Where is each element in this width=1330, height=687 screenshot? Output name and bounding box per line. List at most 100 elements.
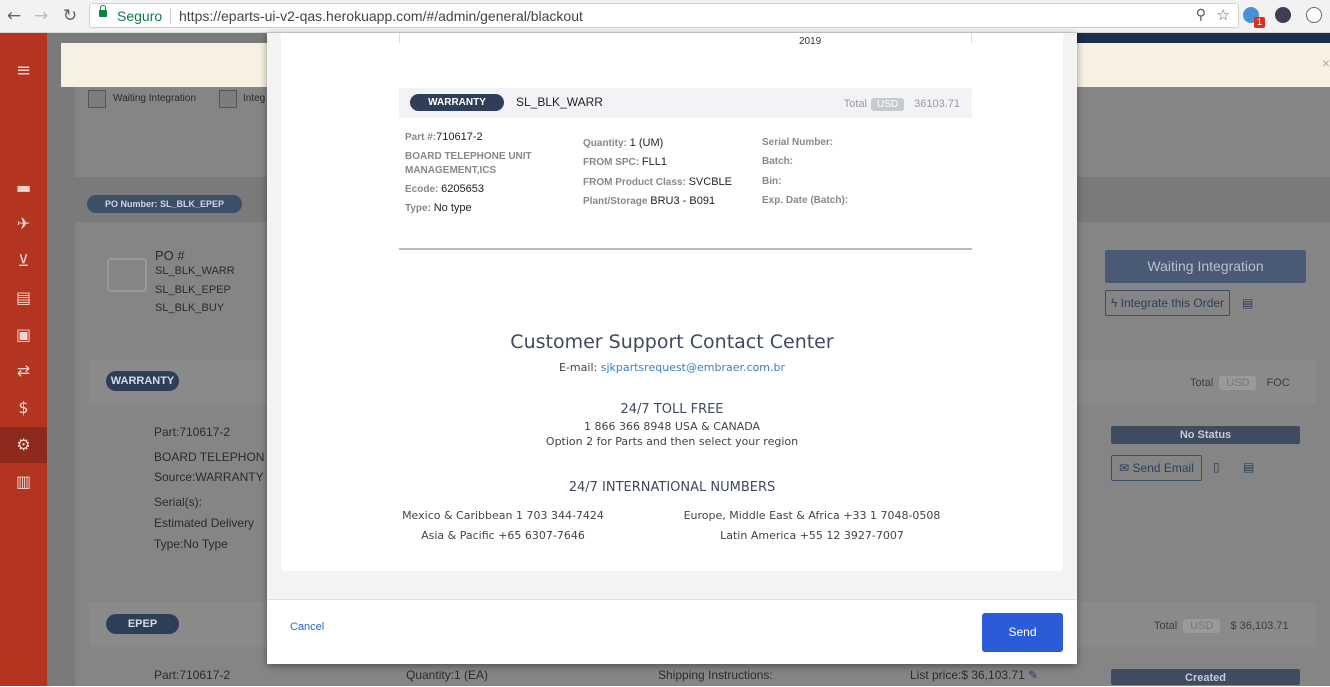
- settings-extension-icon[interactable]: [1306, 7, 1322, 23]
- send-email-label: Send Email: [1132, 461, 1194, 475]
- cart-icon[interactable]: ⊻: [0, 243, 47, 279]
- type-value: No Type: [183, 537, 228, 551]
- detail-batch: Batch:: [762, 156, 794, 167]
- exchange-icon[interactable]: ⇄: [0, 353, 47, 389]
- detail-ecode: Ecode: 6205653: [405, 183, 484, 195]
- type-value: No type: [433, 202, 472, 214]
- po-number-pill: PO Number: SL_BLK_EPEP: [87, 195, 242, 213]
- detail-description: BOARD TELEPHONE UNIT MANAGEMENT,ICS: [405, 151, 532, 176]
- po-label: PO #: [155, 248, 185, 263]
- type-label: Type:: [154, 537, 184, 551]
- profile-extension-icon[interactable]: [1275, 7, 1291, 23]
- send-email-button[interactable]: ✉ Send Email: [1111, 455, 1202, 481]
- bg-estimated-delivery: Estimated Delivery: [154, 516, 255, 530]
- email-preview: 2019 WARRANTY SL_BLK_WARR Total USD 36103.…: [281, 33, 1063, 571]
- lock-icon: [99, 5, 107, 17]
- po-number: SL_BLK_EPEP: [155, 284, 231, 296]
- menu-icon[interactable]: ≡: [0, 53, 47, 89]
- detail-exp-date: Exp. Date (Batch):: [762, 195, 849, 206]
- quantity-value: 1 (EA): [454, 668, 489, 682]
- from-class-value: SVCBLE: [688, 176, 732, 188]
- support-email: E-mail: sjkpartsrequest@embraer.com.br: [281, 361, 1063, 374]
- phone-latin-america: Latin America +55 12 3927-7007: [720, 529, 904, 542]
- from-spc-label: FROM SPC:: [583, 157, 640, 168]
- divider: [399, 248, 972, 250]
- currency-badge: USD: [870, 98, 905, 111]
- email-link[interactable]: sjkpartsrequest@embraer.com.br: [601, 361, 785, 374]
- bg-description: BOARD TELEPHON: [154, 450, 265, 464]
- order-name: SL_BLK_WARR: [516, 95, 603, 109]
- source-label: Source:: [154, 470, 196, 484]
- no-status-badge: No Status: [1111, 426, 1300, 444]
- send-button[interactable]: Send: [982, 613, 1063, 652]
- toll-free-number: 1 866 366 8948 USA & CANADA: [583, 420, 761, 433]
- quantity-label: Quantity:: [583, 138, 627, 149]
- pencil-icon[interactable]: ✎: [1028, 668, 1038, 682]
- order-header-row: WARRANTY SL_BLK_WARR Total USD 36103.71: [399, 88, 972, 118]
- plane-icon[interactable]: ✈: [0, 206, 47, 242]
- total-label: Total: [1154, 620, 1178, 632]
- warranty-total: Total USD FOC: [1190, 376, 1290, 390]
- pdf-icon[interactable]: ▯: [1213, 460, 1220, 474]
- bottom-part: Part:710617-2: [154, 668, 230, 682]
- close-icon[interactable]: ×: [1322, 55, 1330, 71]
- order-total: Total USD 36103.71: [844, 98, 960, 111]
- checkbox-integrated[interactable]: [219, 90, 237, 108]
- forward-icon[interactable]: →: [31, 6, 51, 26]
- bg-source: Source:WARRANTY: [154, 470, 264, 484]
- epep-badge: EPEP: [106, 614, 179, 634]
- zoom-icon[interactable]: ⚲: [1196, 7, 1206, 23]
- book-icon[interactable]: ▤: [1242, 296, 1253, 310]
- total-label: Total: [1190, 377, 1214, 389]
- detail-plant: Plant/Storage BRU3 - B091: [583, 195, 715, 207]
- total-value: 36103.71: [914, 98, 960, 110]
- po-number: SL_BLK_WARR: [155, 265, 235, 277]
- box-icon[interactable]: ▣: [0, 317, 47, 353]
- bottom-quantity: Quantity:1 (EA): [406, 668, 488, 682]
- app-sidebar: ≡ ▬ ✈ ⊻ ▤ ▣ ⇄ $ ⚙ ▥: [0, 33, 47, 686]
- detail-from-class: FROM Product Class: SVCBLE: [583, 176, 732, 188]
- divider: [170, 8, 171, 24]
- support-title: Customer Support Contact Center: [510, 331, 834, 353]
- shipping-instructions: Shipping Instructions:: [658, 668, 773, 682]
- foc-label: FOC: [1266, 377, 1290, 389]
- ecode-label: Ecode:: [405, 184, 439, 195]
- detail-quantity: Quantity: 1 (UM): [583, 137, 663, 149]
- cancel-button[interactable]: Cancel: [290, 621, 324, 633]
- detail-type: Type: No type: [405, 202, 472, 214]
- toll-free-title: 24/7 TOLL FREE: [620, 402, 724, 417]
- type-label: Type:: [405, 203, 431, 214]
- reload-icon[interactable]: ↻: [60, 6, 80, 26]
- phone-mexico: Mexico & Caribbean 1 703 344-7424: [402, 509, 604, 522]
- from-class-label: FROM Product Class:: [583, 177, 686, 188]
- checkbox-waiting[interactable]: [88, 90, 106, 108]
- gears-icon[interactable]: ⚙: [0, 427, 47, 463]
- bg-type: Type:No Type: [154, 537, 228, 551]
- bg-serials: Serial(s):: [154, 495, 203, 509]
- integrate-order-button[interactable]: ϟ Integrate this Order: [1105, 290, 1230, 316]
- phone-asia: Asia & Pacific +65 6307-7646: [421, 529, 585, 542]
- money-icon[interactable]: $: [0, 390, 47, 426]
- toll-free-option: Option 2 for Parts and then select your …: [545, 435, 799, 448]
- quantity-label: Quantity:: [406, 668, 455, 682]
- document-icon[interactable]: ▤: [0, 280, 47, 316]
- book-icon[interactable]: ▤: [1243, 460, 1254, 474]
- total-value: $ 36,103.71: [1230, 620, 1289, 632]
- secure-label: Seguro: [117, 8, 163, 24]
- bookmark-star-icon[interactable]: ☆: [1217, 6, 1230, 24]
- email-label: E-mail:: [559, 361, 598, 374]
- currency-badge: USD: [1183, 619, 1221, 633]
- back-icon[interactable]: ←: [4, 6, 24, 26]
- bg-part: Part:710617-2: [154, 425, 230, 439]
- part-label: Part:: [154, 425, 180, 439]
- address-bar[interactable]: Seguro https://eparts-ui-v2-qas.herokuap…: [89, 3, 1239, 28]
- list-price: List price:$ 36,103.71 ✎: [910, 668, 1038, 682]
- list-price-value: $ 36,103.71: [961, 668, 1025, 682]
- url-text[interactable]: https://eparts-ui-v2-qas.herokuapp.com/#…: [179, 8, 583, 24]
- chart-icon[interactable]: ▥: [0, 464, 47, 500]
- phone-europe: Europe, Middle East & Africa +33 1 7048-…: [683, 509, 941, 522]
- detail-from-spc: FROM SPC: FLL1: [583, 156, 667, 168]
- extension-badge: 1: [1254, 17, 1265, 28]
- plant-label: Plant/Storage: [583, 196, 648, 207]
- truck-icon[interactable]: ▬: [0, 170, 47, 206]
